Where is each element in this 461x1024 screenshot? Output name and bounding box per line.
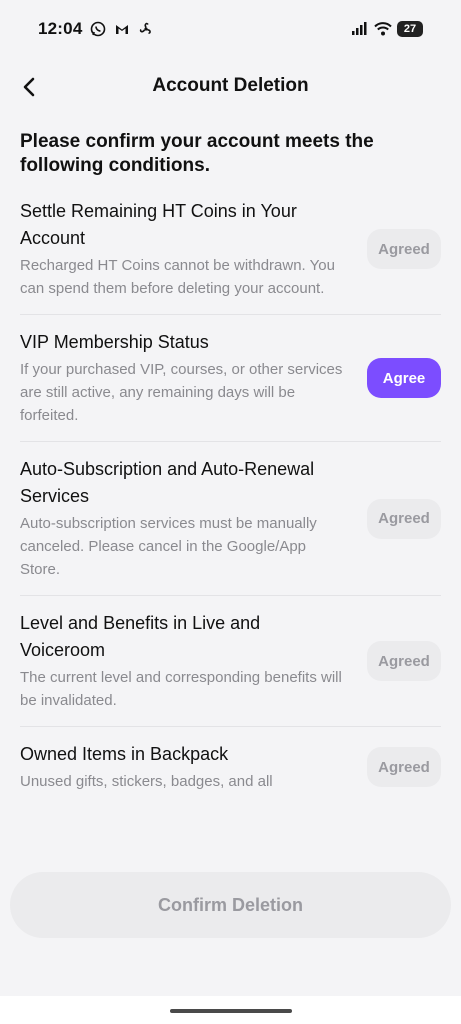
condition-title: Level and Benefits in Live and Voiceroom bbox=[20, 613, 261, 660]
agreed-button[interactable]: Agreed bbox=[367, 498, 441, 539]
condition-description: Unused gifts, stickers, badges, and all bbox=[20, 773, 273, 790]
back-button[interactable] bbox=[12, 69, 48, 105]
condition-text: Settle Remaining HT Coins in Your Accoun… bbox=[20, 198, 367, 300]
condition-description: Recharged HT Coins cannot be withdrawn. … bbox=[20, 257, 335, 297]
signal-icon bbox=[351, 21, 367, 37]
condition-text: Auto-Subscription and Auto-Renewal Servi… bbox=[20, 456, 367, 581]
condition-description: Auto-subscription services must be manua… bbox=[20, 515, 317, 578]
condition-item: Owned Items in Backpack Unused gifts, st… bbox=[20, 741, 441, 807]
condition-item: Auto-Subscription and Auto-Renewal Servi… bbox=[20, 456, 441, 596]
intro-text: Please confirm your account meets the fo… bbox=[20, 131, 374, 176]
conditions-content: Please confirm your account meets the fo… bbox=[20, 130, 441, 821]
condition-item: Settle Remaining HT Coins in Your Accoun… bbox=[20, 198, 441, 315]
wifi-icon bbox=[374, 21, 392, 37]
header: Account Deletion bbox=[0, 58, 461, 114]
chevron-left-icon bbox=[23, 77, 35, 97]
agreed-button[interactable]: Agreed bbox=[367, 747, 441, 787]
condition-description: The current level and corresponding bene… bbox=[20, 669, 342, 709]
agreed-button[interactable]: Agreed bbox=[367, 641, 441, 681]
condition-description: If your purchased VIP, courses, or other… bbox=[20, 361, 343, 424]
condition-title: Settle Remaining HT Coins in Your Accoun… bbox=[20, 201, 297, 248]
status-bar: 12:04 27 bbox=[0, 0, 461, 58]
condition-item: Level and Benefits in Live and Voiceroom… bbox=[20, 610, 441, 727]
battery-icon: 27 bbox=[397, 21, 423, 37]
page-title: Account Deletion bbox=[152, 75, 309, 96]
agreed-button[interactable]: Agreed bbox=[367, 229, 441, 269]
condition-item: VIP Membership Status If your purchased … bbox=[20, 329, 441, 442]
agree-button[interactable]: Agree bbox=[367, 358, 441, 398]
status-right: 27 bbox=[351, 21, 423, 37]
fan-icon bbox=[138, 21, 154, 37]
condition-text: Owned Items in Backpack Unused gifts, st… bbox=[20, 741, 367, 793]
home-indicator[interactable] bbox=[169, 1009, 292, 1013]
gmail-icon bbox=[114, 21, 130, 37]
status-left: 12:04 bbox=[38, 19, 154, 39]
condition-title: VIP Membership Status bbox=[20, 332, 209, 352]
whatsapp-icon bbox=[90, 21, 106, 37]
condition-title: Auto-Subscription and Auto-Renewal Servi… bbox=[20, 459, 315, 506]
condition-text: Level and Benefits in Live and Voiceroom… bbox=[20, 610, 367, 712]
confirm-deletion-button[interactable]: Confirm Deletion bbox=[10, 872, 451, 938]
navigation-bar bbox=[0, 996, 461, 1024]
condition-title: Owned Items in Backpack bbox=[20, 744, 229, 764]
status-time: 12:04 bbox=[38, 19, 83, 38]
condition-text: VIP Membership Status If your purchased … bbox=[20, 329, 367, 427]
